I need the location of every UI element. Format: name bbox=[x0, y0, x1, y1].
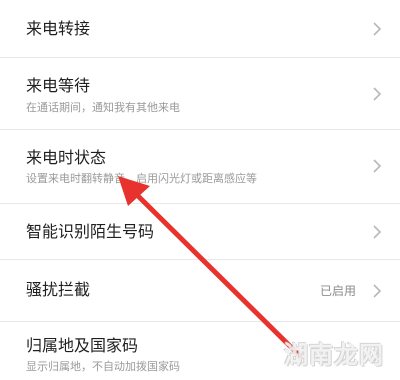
setting-title: 来电转接 bbox=[26, 19, 91, 38]
setting-title: 归属地及国家码 bbox=[26, 336, 139, 355]
setting-incoming-call-state[interactable]: 来电时状态 设置来电时翻转静音、启用闪光灯或距离感应等 bbox=[0, 130, 400, 204]
setting-call-forwarding[interactable]: 来电转接 bbox=[0, 0, 400, 58]
chevron-right-icon bbox=[370, 223, 384, 241]
setting-smart-identify-unknown[interactable]: 智能识别陌生号码 bbox=[0, 204, 400, 260]
chevron-right-icon bbox=[370, 85, 384, 103]
chevron-right-icon bbox=[370, 20, 384, 38]
site-watermark: 湖南龙网 bbox=[284, 341, 384, 369]
setting-title: 智能识别陌生号码 bbox=[26, 222, 155, 241]
chevron-right-icon bbox=[370, 282, 384, 300]
setting-title: 来电等待 bbox=[26, 76, 91, 95]
setting-subtitle: 显示归属地，不自动加拨国家码 bbox=[26, 360, 180, 373]
setting-subtitle: 在通话期间，通知我有其他来电 bbox=[26, 101, 180, 114]
setting-subtitle: 设置来电时翻转静音、启用闪光灯或距离感应等 bbox=[26, 172, 257, 185]
status-enabled-label: 已启用 bbox=[319, 284, 356, 298]
setting-call-waiting[interactable]: 来电等待 在通话期间，通知我有其他来电 bbox=[0, 58, 400, 130]
chevron-right-icon bbox=[370, 157, 384, 175]
setting-title: 来电时状态 bbox=[26, 148, 107, 167]
setting-title: 骚扰拦截 bbox=[26, 280, 91, 299]
setting-harassment-block[interactable]: 骚扰拦截 已启用 bbox=[0, 260, 400, 322]
